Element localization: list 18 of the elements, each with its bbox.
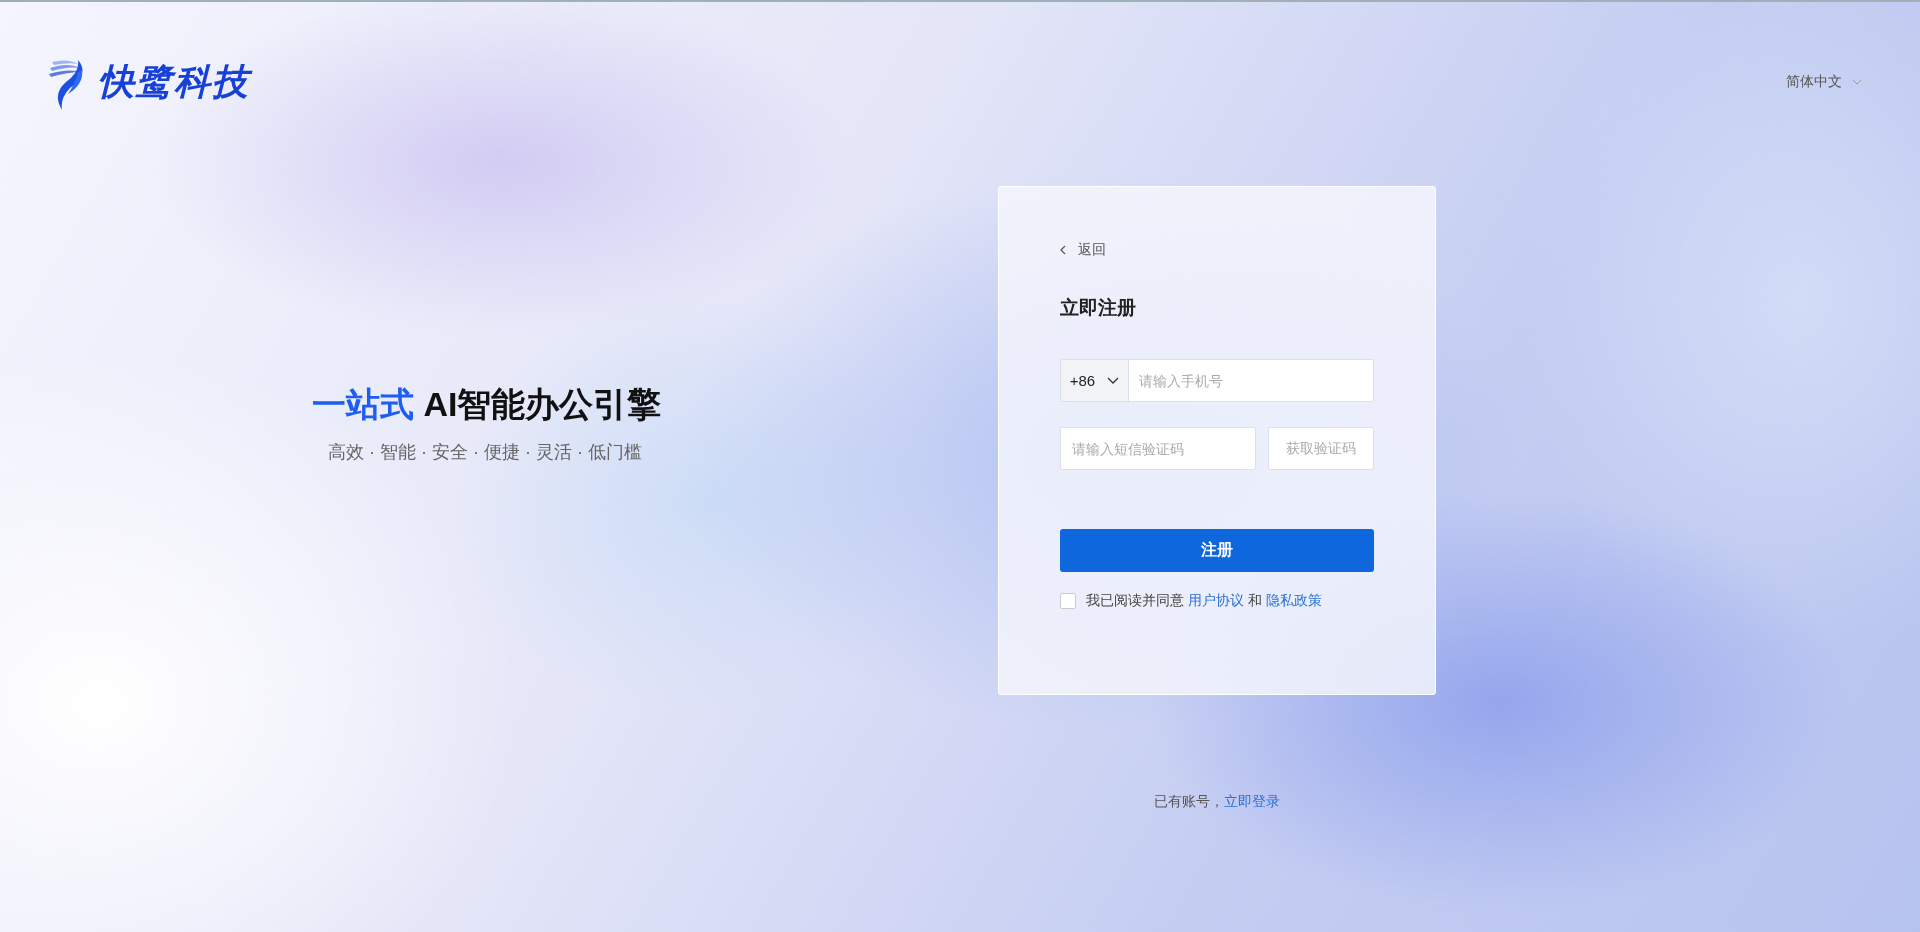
back-link[interactable]: 返回	[1060, 239, 1106, 261]
language-selector[interactable]: 简体中文	[1786, 73, 1862, 91]
chevron-down-icon	[1852, 79, 1862, 85]
user-agreement-link[interactable]: 用户协议	[1187, 592, 1244, 608]
login-link[interactable]: 立即登录	[1224, 793, 1280, 809]
phone-field[interactable]: +86 请输入手机号	[1060, 359, 1374, 402]
tagline: 高效 · 智能 · 安全 · 便捷 · 灵活 · 低门槛	[328, 441, 643, 464]
country-code-select[interactable]: +86	[1061, 360, 1129, 401]
agreement-text: 我已阅读并同意 用户协议 和 隐私政策	[1086, 592, 1322, 610]
headline: 一站式 AI智能办公引擎	[312, 384, 663, 425]
chevron-left-icon	[1060, 245, 1066, 255]
login-prompt: 已有账号，立即登录	[1154, 793, 1280, 811]
agreement-checkbox[interactable]	[1060, 593, 1076, 609]
register-button[interactable]: 注册	[1060, 529, 1374, 572]
chevron-down-icon	[1107, 377, 1120, 384]
form-title: 立即注册	[1060, 296, 1137, 320]
sms-code-field[interactable]: 请输入短信验证码	[1060, 427, 1256, 470]
privacy-policy-link[interactable]: 隐私政策	[1265, 592, 1322, 608]
